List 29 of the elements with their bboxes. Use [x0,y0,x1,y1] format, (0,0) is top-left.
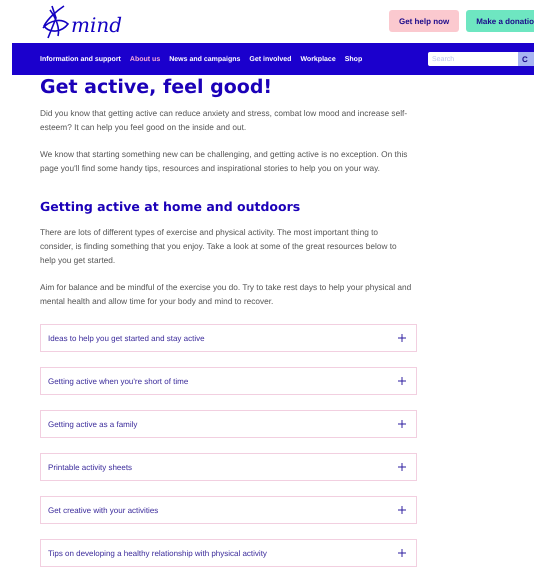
help-button[interactable]: Get help now [388,10,460,32]
paragraph: There are lots of different types of exercise and physical activity. The most important thing to consider, is finding something that you enjoy. Take a look at some of the great resources below to help you get started. [40,226,398,267]
plus-icon [398,420,406,428]
scribble-icon [40,4,70,40]
accordion-label: Getting active when you're short of time [48,376,188,386]
plus-icon [398,506,406,514]
plus-icon [398,377,406,386]
accordion-label: Printable activity sheets [48,462,132,472]
donate-button[interactable]: Make a donatio [466,10,534,32]
logo[interactable]: mind [40,4,122,40]
plus-icon [398,334,406,342]
accordion-label: Getting active as a family [48,420,138,429]
plus-icon [398,463,406,472]
accordion-item[interactable]: Get creative with your activities [40,496,417,524]
plus-icon [398,549,406,558]
paragraph: Aim for balance and be mindful of the exercise you do. Try to take rest days to help your physical and mental health and allow time for your body and mind to recover. [40,281,412,308]
section-heading: Getting active at home and outdoors [40,199,302,214]
accordion-label: Get creative with your activities [48,506,158,515]
paragraph: We know that starting something new can be challenging, and getting active is no exception. On this page you'll find some handy tips, resources and inspirational stories to help you on your way. [40,148,408,175]
page-title: Get active, feel good! [40,75,274,99]
accordion-item[interactable]: Printable activity sheets [40,453,417,482]
accordion-item[interactable]: Getting active as a family [40,410,417,438]
search-button[interactable]: C [518,52,534,66]
accordion-item[interactable]: Ideas to help you get started and stay active [40,324,417,352]
accordion-label: Ideas to help you get started and stay active [48,334,205,343]
accordion-item[interactable]: Tips on developing a healthy relationship with physical activity [40,539,417,568]
paragraph: Did you know that getting active can reduce anxiety and stress, combat low mood and increase self-esteem? It can help you feel good on the inside and out. [40,107,408,134]
accordion-label: Tips on developing a healthy relationship with physical activity [48,548,267,558]
accordion-item[interactable]: Getting active when you're short of time [40,367,417,396]
